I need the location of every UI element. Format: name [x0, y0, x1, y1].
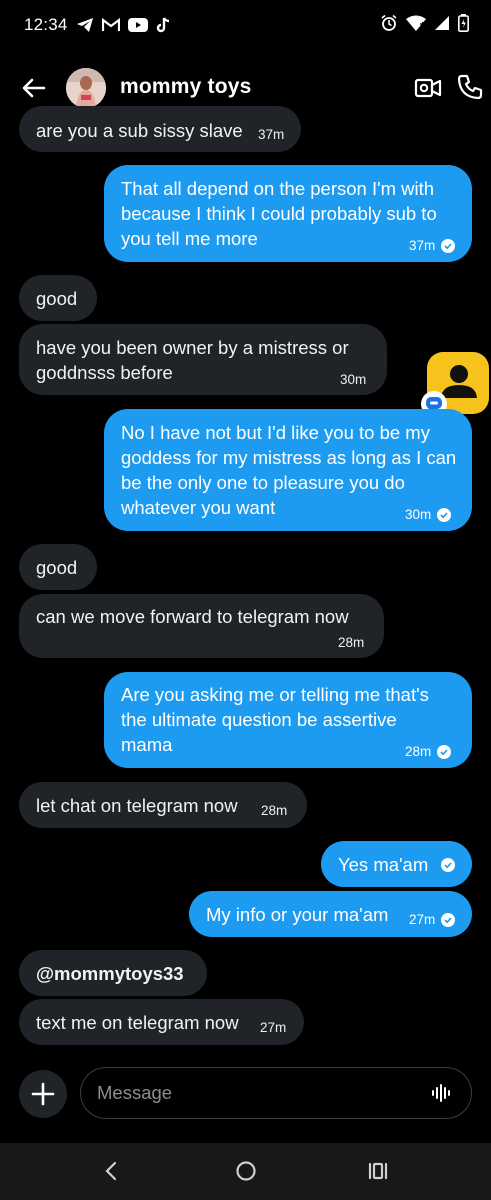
message-time: 27m — [409, 912, 436, 927]
message-incoming[interactable]: @mommytoys33 — [19, 950, 207, 996]
message-time: 27m — [260, 1020, 287, 1035]
youtube-icon — [127, 18, 148, 32]
message-time: 37m — [409, 238, 436, 253]
message-text: are you a sub sissy slave — [36, 120, 243, 141]
message-text: My info or your ma'am — [206, 904, 389, 925]
system-nav-bar — [0, 1143, 491, 1200]
message-text: let chat on telegram now — [36, 795, 238, 816]
phone-icon[interactable] — [456, 73, 484, 101]
wifi-icon — [406, 15, 426, 36]
message-incoming[interactable]: have you been owner by a mistress or god… — [19, 324, 387, 395]
signal-icon — [434, 15, 450, 36]
read-check-icon — [441, 912, 456, 927]
message-incoming[interactable]: good — [19, 544, 97, 590]
message-incoming[interactable]: are you a sub sissy slave 37m — [19, 106, 301, 152]
page-title: mommy toys — [120, 75, 252, 98]
message-incoming[interactable]: let chat on telegram now 28m — [19, 782, 307, 828]
message-text: good — [36, 557, 78, 578]
message-outgoing[interactable]: My info or your ma'am 27m — [189, 891, 472, 937]
read-check-icon — [441, 858, 455, 872]
message-time: 30m — [405, 507, 432, 522]
nav-recents-icon[interactable] — [366, 1159, 390, 1183]
message-text: good — [36, 288, 78, 309]
message-outgoing[interactable]: No I have not but I'd like you to be my … — [104, 409, 472, 531]
message-outgoing[interactable]: That all depend on the person I'm with b… — [104, 165, 472, 262]
add-attachment-button[interactable] — [19, 1070, 67, 1118]
message-time: 37m — [258, 127, 285, 142]
message-incoming[interactable]: text me on telegram now 27m — [19, 999, 304, 1045]
tiktok-icon — [156, 17, 170, 33]
message-time: 28m — [261, 803, 288, 818]
video-call-icon[interactable] — [414, 74, 442, 102]
message-text: Are you asking me or telling me that's t… — [121, 684, 429, 755]
telegram-icon — [76, 17, 94, 33]
message-time: 30m — [340, 372, 367, 387]
message-outgoing[interactable]: Yes ma'am — [321, 841, 472, 887]
back-arrow-icon[interactable] — [20, 74, 48, 102]
message-incoming[interactable]: can we move forward to telegram now 28m — [19, 594, 384, 658]
voice-icon[interactable] — [431, 1082, 453, 1104]
message-incoming[interactable]: good — [19, 275, 97, 321]
gmail-icon — [101, 18, 120, 32]
message-text: text me on telegram now — [36, 1012, 239, 1033]
message-text: have you been owner by a mistress or god… — [36, 337, 349, 383]
message-text: Yes ma'am — [338, 854, 429, 875]
message-input[interactable] — [97, 1080, 417, 1106]
message-time: 28m — [405, 744, 432, 759]
avatar[interactable] — [66, 68, 106, 108]
message-composer — [80, 1067, 472, 1119]
message-outgoing[interactable]: Are you asking me or telling me that's t… — [104, 672, 472, 768]
battery-icon — [458, 13, 469, 37]
status-time: 12:34 — [24, 15, 68, 34]
nav-back-icon[interactable] — [100, 1159, 124, 1183]
read-check-icon — [441, 238, 456, 253]
message-time: 28m — [338, 635, 365, 650]
read-check-icon — [437, 744, 452, 759]
plus-icon — [31, 1082, 55, 1106]
status-bar: 12:34 — [0, 0, 491, 50]
read-check-icon — [437, 507, 452, 522]
nav-home-icon[interactable] — [234, 1159, 258, 1183]
message-text: can we move forward to telegram now — [36, 606, 349, 627]
alarm-icon — [380, 14, 398, 37]
message-text: @mommytoys33 — [36, 963, 184, 984]
